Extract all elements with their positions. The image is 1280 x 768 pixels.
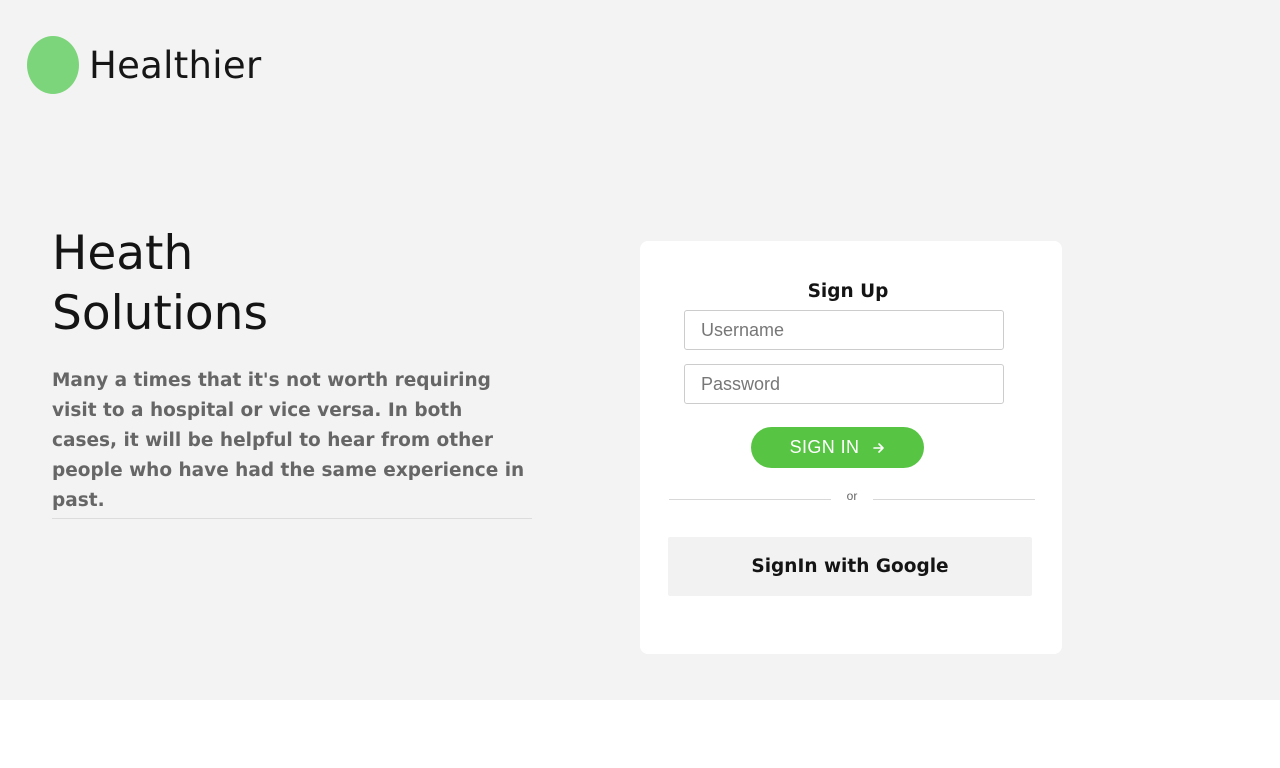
hero-title-line-2: Solutions: [52, 286, 268, 341]
divider-or-text: or: [846, 489, 858, 503]
arrow-right-icon: [873, 442, 885, 454]
page-background: Healthier Heath Solutions Many a times t…: [0, 0, 1280, 700]
or-divider: or: [669, 488, 1035, 506]
sign-in-label: SIGN IN: [789, 437, 860, 457]
hero-title-line-1: Heath: [52, 226, 194, 281]
divider-line-left: [669, 499, 831, 500]
hero-section: Heath Solutions Many a times that it's n…: [52, 224, 532, 519]
google-signin-button[interactable]: SignIn with Google: [668, 537, 1032, 596]
divider-line-right: [873, 499, 1035, 500]
username-input[interactable]: [684, 310, 1004, 350]
brand-name: Healthier: [89, 43, 262, 87]
hero-title: Heath Solutions: [52, 224, 532, 344]
signup-card: Sign Up SIGN IN or SignIn with Google: [640, 241, 1062, 654]
logo-circle-icon: [27, 36, 79, 94]
password-input[interactable]: [684, 364, 1004, 404]
sign-in-button[interactable]: SIGN IN: [751, 427, 924, 468]
brand-logo[interactable]: Healthier: [27, 36, 261, 94]
form-title: Sign Up: [807, 281, 889, 302]
hero-description: Many a times that it's not worth requiri…: [52, 366, 532, 519]
